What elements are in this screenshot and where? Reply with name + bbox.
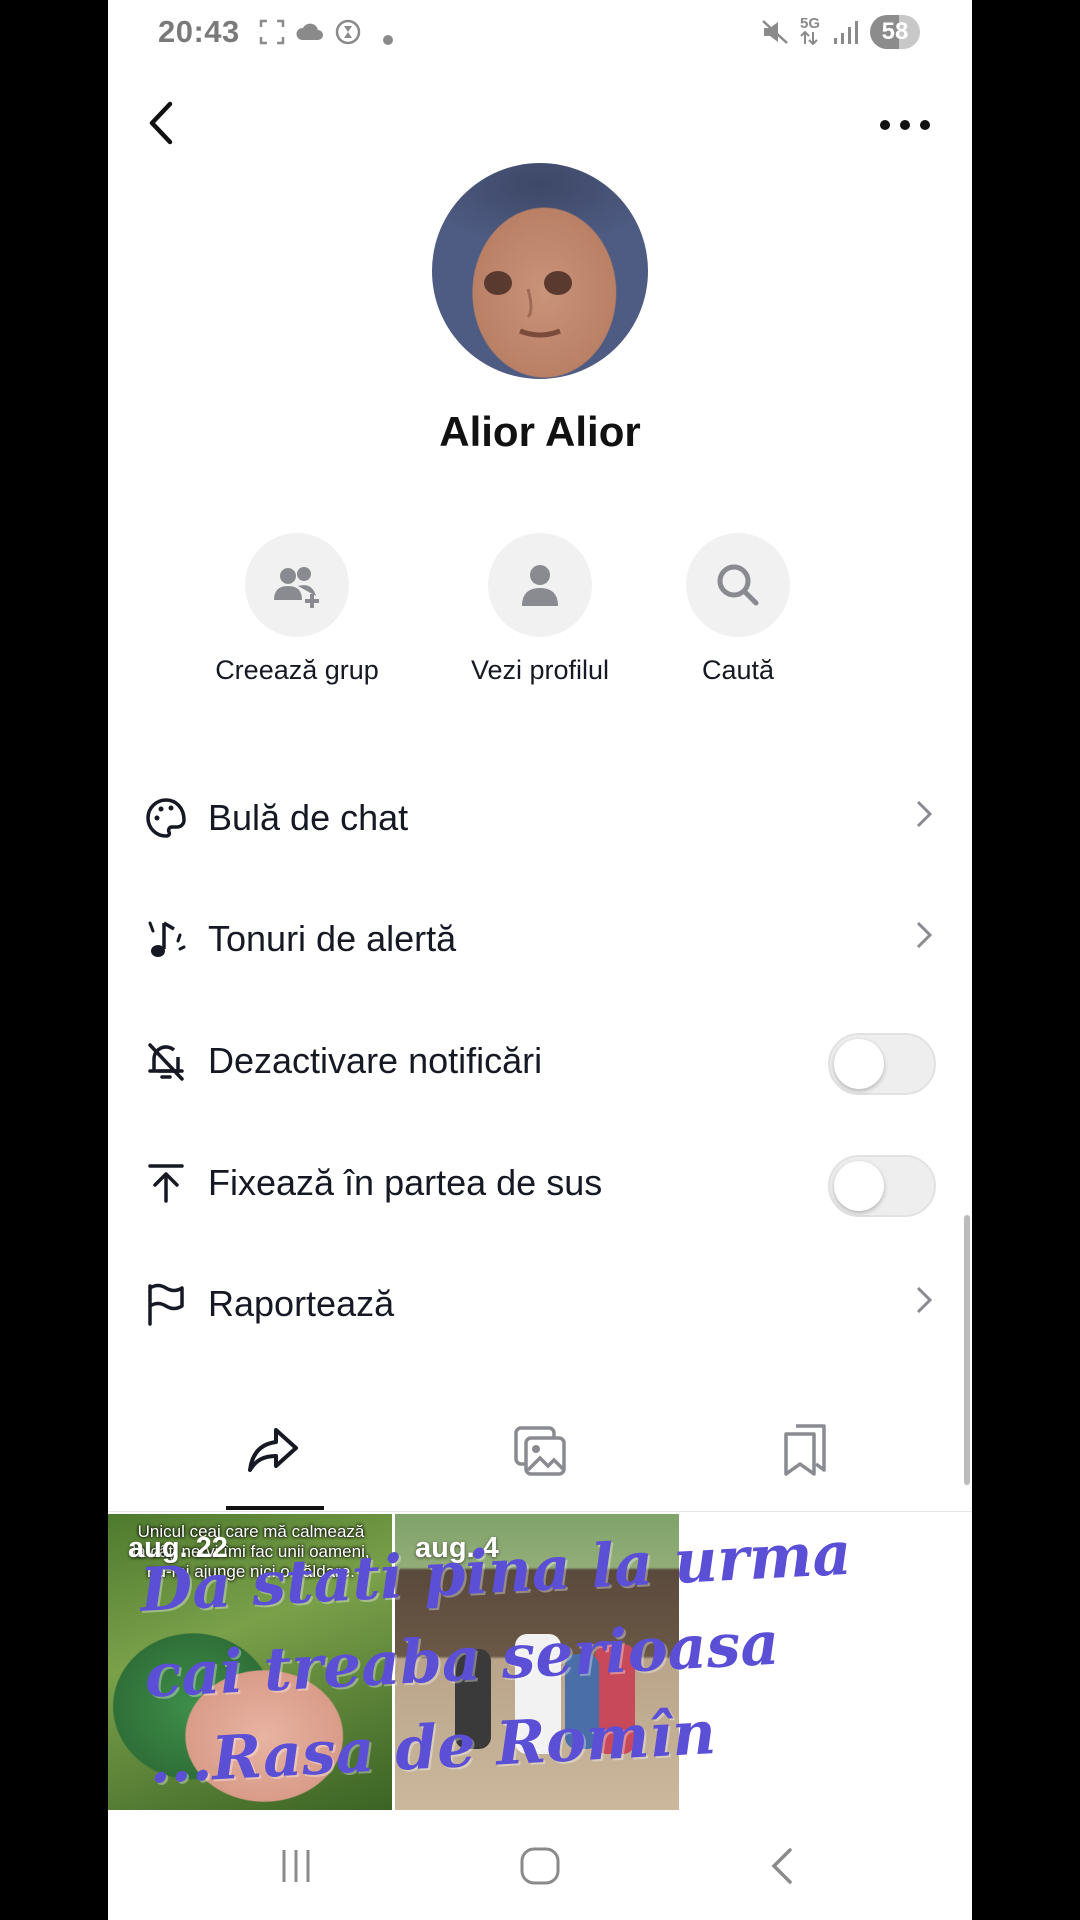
status-time: 20:43 bbox=[158, 14, 240, 49]
menu-label-pin-to-top: Fixează în partea de sus bbox=[208, 1162, 603, 1203]
screenshot-icon bbox=[258, 18, 286, 50]
mute-notifications-toggle[interactable] bbox=[828, 1033, 936, 1095]
back-button[interactable] bbox=[138, 96, 186, 150]
search-action[interactable]: Caută bbox=[648, 533, 828, 686]
view-profile-label: Vezi profilul bbox=[470, 655, 610, 685]
timer-icon bbox=[334, 18, 362, 50]
cloud-icon bbox=[294, 18, 324, 48]
menu-item-pin-to-top: Fixează în partea de sus bbox=[108, 1131, 972, 1231]
battery-icon: 58 bbox=[870, 15, 920, 49]
chevron-right-icon bbox=[916, 921, 933, 949]
profile-name: Alior Alior bbox=[439, 408, 641, 455]
5g-icon: 5G bbox=[800, 16, 820, 48]
search-icon bbox=[717, 564, 759, 606]
search-label: Caută bbox=[701, 655, 775, 685]
pin-to-top-icon bbox=[148, 1164, 184, 1203]
chevron-right-icon bbox=[916, 1286, 933, 1314]
search-button[interactable] bbox=[686, 533, 790, 637]
create-group-action[interactable]: Creează grup bbox=[207, 533, 387, 686]
chat-settings-screen: 20:43 5G 58 Alior Alior Creează grup Vez… bbox=[108, 0, 972, 1920]
share-icon bbox=[248, 1428, 298, 1472]
back-icon[interactable] bbox=[764, 1846, 804, 1891]
gallery-icon bbox=[514, 1426, 566, 1476]
menu-label-alert-tones: Tonuri de alertă bbox=[208, 918, 457, 959]
music-note-icon bbox=[148, 921, 186, 957]
menu-item-report[interactable]: Raportează bbox=[108, 1252, 972, 1352]
flag-icon bbox=[148, 1283, 184, 1326]
signal-icon bbox=[832, 18, 860, 50]
dot-icon bbox=[382, 24, 394, 50]
bookmark-stack-icon bbox=[784, 1424, 826, 1476]
system-nav-bar bbox=[108, 1816, 972, 1920]
person-icon bbox=[522, 565, 558, 606]
view-profile-button[interactable] bbox=[488, 533, 592, 637]
content-tab-bar bbox=[108, 1410, 972, 1512]
add-group-icon bbox=[274, 567, 319, 608]
create-group-button[interactable] bbox=[245, 533, 349, 637]
tab-indicator bbox=[226, 1506, 324, 1510]
menu-label-mute-notifications: Dezactivare notificări bbox=[208, 1040, 543, 1081]
tab-saved[interactable] bbox=[778, 1422, 834, 1478]
menu-item-alert-tones[interactable]: Tonuri de alertă bbox=[108, 887, 972, 987]
avatar-photo bbox=[484, 271, 572, 338]
overlay-text: Da stati pina la urma cai treaba serioas… bbox=[138, 1518, 853, 1798]
menu-item-chat-bubble[interactable]: Bulă de chat bbox=[108, 766, 972, 866]
create-group-label: Creează grup bbox=[215, 655, 379, 685]
menu-item-mute-notifications: Dezactivare notificări bbox=[108, 1009, 972, 1109]
view-profile-action[interactable]: Vezi profilul bbox=[450, 533, 630, 686]
recent-apps-icon[interactable] bbox=[276, 1846, 316, 1891]
chevron-right-icon bbox=[916, 800, 933, 828]
pin-to-top-toggle[interactable] bbox=[828, 1155, 936, 1217]
chevron-left-icon bbox=[149, 101, 173, 145]
tab-media[interactable] bbox=[512, 1422, 568, 1478]
toggle-knob bbox=[834, 1039, 884, 1089]
mute-icon bbox=[760, 18, 790, 50]
bell-off-icon bbox=[148, 1043, 184, 1081]
menu-label-report: Raportează bbox=[208, 1283, 395, 1324]
tab-shared[interactable] bbox=[246, 1422, 302, 1478]
avatar[interactable] bbox=[432, 163, 648, 379]
home-icon[interactable] bbox=[518, 1846, 562, 1891]
menu-label-chat-bubble: Bulă de chat bbox=[208, 797, 409, 838]
network-type: 5G bbox=[800, 15, 821, 32]
status-bar: 20:43 5G 58 bbox=[108, 0, 972, 64]
toggle-knob bbox=[834, 1161, 884, 1211]
palette-icon bbox=[146, 798, 186, 838]
